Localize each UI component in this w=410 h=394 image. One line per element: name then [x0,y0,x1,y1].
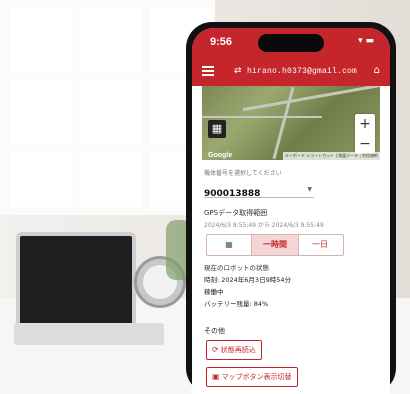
status-time: 9:56 [210,36,233,48]
reload-status-label: 状態再読込 [220,346,256,354]
toggle-map-buttons-button[interactable]: ▣ マップボタン表示切替 [206,367,298,387]
laptop [16,232,136,332]
reload-status-button[interactable]: ⟳ 状態再読込 [206,340,262,360]
dynamic-island [258,34,324,52]
map-icon: ▣ [212,372,220,381]
device-select[interactable]: 900013888 ▼ [204,181,314,199]
zoom-out-button[interactable]: − [355,134,375,154]
map-attribution[interactable]: キーボード ショートカット | 地図データ | 利用規約 [282,152,380,160]
gps-range-value: 2024/6/3 8:55:49 から 2024/6/3 9:55:49 [204,222,324,229]
zoom-control[interactable]: + − [355,114,375,154]
one-day-button[interactable]: 一日 [297,235,343,255]
window [0,0,215,215]
zoom-in-button[interactable]: + [355,114,375,134]
one-hour-button[interactable]: 一時間 [251,235,299,255]
device-label: 機体番号を選択してください [204,170,282,177]
range-button-group: ▦ 一時間 一日 [206,234,344,256]
device-number: 900013888 [204,189,261,199]
satellite-map[interactable]: ▦ + − Google キーボード ショートカット | 地図データ | 利用規… [202,86,380,160]
laptop-base [14,323,164,345]
phone: 9:56 ▾ ▬ ⇄ hirano.h0373@gmail.com ⌂ ▦ + … [186,22,396,394]
robot-status-time: 時刻: 2024年6月3日9時54分 [204,276,291,284]
home-icon[interactable]: ⌂ [374,65,380,76]
gps-range-title: GPSデータ取得範囲 [204,209,268,217]
dropdown-arrow-icon: ▼ [307,186,312,193]
toggle-map-buttons-label: マップボタン表示切替 [221,373,292,381]
other-title: その他 [204,327,225,335]
robot-status-state: 稼働中 [204,288,224,296]
robot-status: 現在のロボットの状態 時刻: 2024年6月3日9時54分 稼働中 バッテリー残… [204,262,291,310]
robot-status-title: 現在のロボットの状態 [204,264,269,272]
phone-screen: 9:56 ▾ ▬ ⇄ hirano.h0373@gmail.com ⌂ ▦ + … [192,28,390,394]
menu-icon[interactable] [202,66,214,76]
status-bar: 9:56 ▾ ▬ [192,28,390,58]
device-label-wrap: 機体番号を選択してください [204,168,380,177]
app-bar: ⇄ hirano.h0373@gmail.com ⌂ [192,58,390,86]
google-logo: Google [208,152,233,159]
user-switch-icon[interactable]: ⇄ [234,66,242,76]
robot-status-battery: バッテリー残量: 84% [204,300,269,308]
account-email: hirano.h0373@gmail.com [247,67,358,76]
wifi-battery-icon: ▾ ▬ [358,36,374,46]
reload-icon: ⟳ [212,345,219,354]
calendar-icon[interactable]: ▦ [207,235,251,255]
layers-icon[interactable]: ▦ [208,120,226,138]
